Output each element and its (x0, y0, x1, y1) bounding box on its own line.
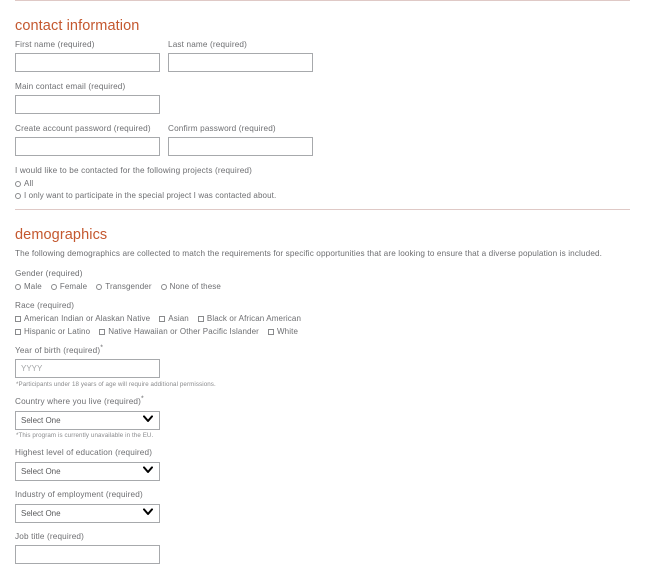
create-password-label: Create account password (required) (15, 124, 151, 133)
race-group: Race (required) American Indian or Alask… (15, 300, 630, 337)
country-select[interactable]: Select One (15, 411, 160, 430)
race-option-black[interactable]: Black or African American (197, 313, 302, 324)
contact-preference-options: All I only want to participate in the sp… (15, 178, 630, 201)
year-of-birth-label-text: Year of birth (required) (15, 346, 101, 355)
year-of-birth-asterisk: * (100, 344, 104, 352)
race-option-black-label: Black or African American (206, 314, 302, 323)
demographics-heading: demographics (15, 227, 108, 243)
country-label: Country where you live (required)* (15, 395, 630, 408)
year-of-birth-footnote: *Participants under 18 years of age will… (16, 381, 216, 388)
gender-option-female-label: Female (59, 282, 88, 291)
race-option-american-indian-label: American Indian or Alaskan Native (24, 314, 151, 323)
gender-option-transgender-label: Transgender (105, 282, 152, 291)
radio-icon[interactable] (96, 283, 103, 290)
checkbox-icon[interactable] (267, 328, 274, 335)
email-input[interactable] (15, 95, 160, 114)
race-option-american-indian[interactable]: American Indian or Alaskan Native (15, 313, 150, 324)
email-label: Main contact email (required) (15, 82, 126, 91)
job-title-group: Job title (required) (15, 531, 630, 564)
year-of-birth-input[interactable] (15, 359, 160, 378)
education-label: Highest level of education (required) (15, 448, 153, 457)
contact-information-heading: contact information (15, 18, 140, 34)
gender-group: Gender (required) Male Female Transgende… (15, 268, 630, 292)
education-select-wrapper[interactable]: Select One (15, 461, 160, 481)
race-option-hispanic-label: Hispanic or Latino (24, 327, 91, 336)
race-option-native-hawaiian[interactable]: Native Hawaiian or Other Pacific Islande… (99, 326, 259, 337)
year-of-birth-label: Year of birth (required)* (15, 344, 630, 357)
job-title-label: Job title (required) (15, 532, 84, 541)
contact-preference-option-all[interactable]: All (15, 178, 630, 189)
race-option-white[interactable]: White (267, 326, 299, 337)
contact-preference-option-special[interactable]: I only want to participate in the specia… (15, 190, 630, 201)
email-field-group: Main contact email (required) (15, 81, 630, 114)
confirm-password-input[interactable] (168, 137, 313, 156)
demographics-section: demographics The following demographics … (0, 210, 645, 564)
checkbox-icon[interactable] (197, 315, 204, 322)
last-name-field-group: Last name (required) (168, 39, 313, 72)
industry-select-wrapper[interactable]: Select One (15, 503, 160, 523)
country-group: Country where you live (required)* Selec… (15, 395, 630, 440)
industry-group: Industry of employment (required) Select… (15, 489, 630, 523)
race-options-row-1: American Indian or Alaskan Native Asian … (15, 313, 630, 324)
race-option-asian[interactable]: Asian (159, 313, 189, 324)
race-option-hispanic[interactable]: Hispanic or Latino (15, 326, 90, 337)
contact-preference-group: I would like to be contacted for the fol… (15, 165, 630, 201)
name-row: First name (required) Last name (require… (15, 39, 630, 72)
gender-options: Male Female Transgender None of these (15, 281, 630, 292)
race-options-row-2: Hispanic or Latino Native Hawaiian or Ot… (15, 326, 630, 337)
radio-icon[interactable] (15, 192, 21, 199)
country-footnote: *This program is currently unavailable i… (16, 432, 154, 439)
demographics-intro-text: The following demographics are collected… (15, 249, 603, 258)
gender-option-none[interactable]: None of these (160, 281, 221, 292)
job-title-input[interactable] (15, 545, 160, 564)
contact-preference-option-special-label: I only want to participate in the specia… (24, 191, 277, 200)
confirm-password-label: Confirm password (required) (168, 124, 276, 133)
race-option-asian-label: Asian (168, 314, 189, 323)
race-option-white-label: White (276, 327, 299, 336)
last-name-input[interactable] (168, 53, 313, 72)
checkbox-icon[interactable] (15, 315, 21, 322)
country-select-wrapper[interactable]: Select One (15, 410, 160, 430)
contact-preference-label: I would like to be contacted for the fol… (15, 166, 252, 175)
industry-label: Industry of employment (required) (15, 490, 143, 499)
password-row: Create account password (required) Confi… (15, 123, 630, 156)
contact-preference-option-all-label: All (24, 179, 34, 188)
education-select[interactable]: Select One (15, 462, 160, 481)
country-asterisk: * (141, 395, 144, 403)
gender-option-transgender[interactable]: Transgender (96, 281, 152, 292)
gender-option-female[interactable]: Female (50, 281, 88, 292)
radio-icon[interactable] (50, 283, 57, 290)
last-name-label: Last name (required) (168, 40, 247, 49)
gender-option-male[interactable]: Male (15, 281, 42, 292)
gender-option-none-label: None of these (169, 282, 221, 291)
first-name-field-group: First name (required) (15, 39, 160, 72)
gender-label: Gender (required) (15, 269, 83, 278)
contact-information-section: contact information First name (required… (0, 1, 645, 201)
create-password-field-group: Create account password (required) (15, 123, 160, 156)
radio-icon[interactable] (160, 283, 167, 290)
year-of-birth-group: Year of birth (required)* *Participants … (15, 344, 630, 389)
checkbox-icon[interactable] (15, 328, 21, 335)
gender-option-male-label: Male (24, 282, 42, 291)
checkbox-icon[interactable] (99, 328, 106, 335)
race-label: Race (required) (15, 301, 75, 310)
country-label-text: Country where you live (required) (15, 397, 141, 406)
first-name-label: First name (required) (15, 40, 95, 49)
first-name-input[interactable] (15, 53, 160, 72)
radio-icon[interactable] (15, 180, 21, 187)
checkbox-icon[interactable] (159, 315, 166, 322)
industry-select[interactable]: Select One (15, 504, 160, 523)
confirm-password-field-group: Confirm password (required) (168, 123, 313, 156)
radio-icon[interactable] (15, 283, 21, 290)
create-password-input[interactable] (15, 137, 160, 156)
education-group: Highest level of education (required) Se… (15, 447, 630, 481)
registration-form-page: contact information First name (required… (0, 0, 645, 571)
race-option-native-hawaiian-label: Native Hawaiian or Other Pacific Islande… (108, 327, 259, 336)
